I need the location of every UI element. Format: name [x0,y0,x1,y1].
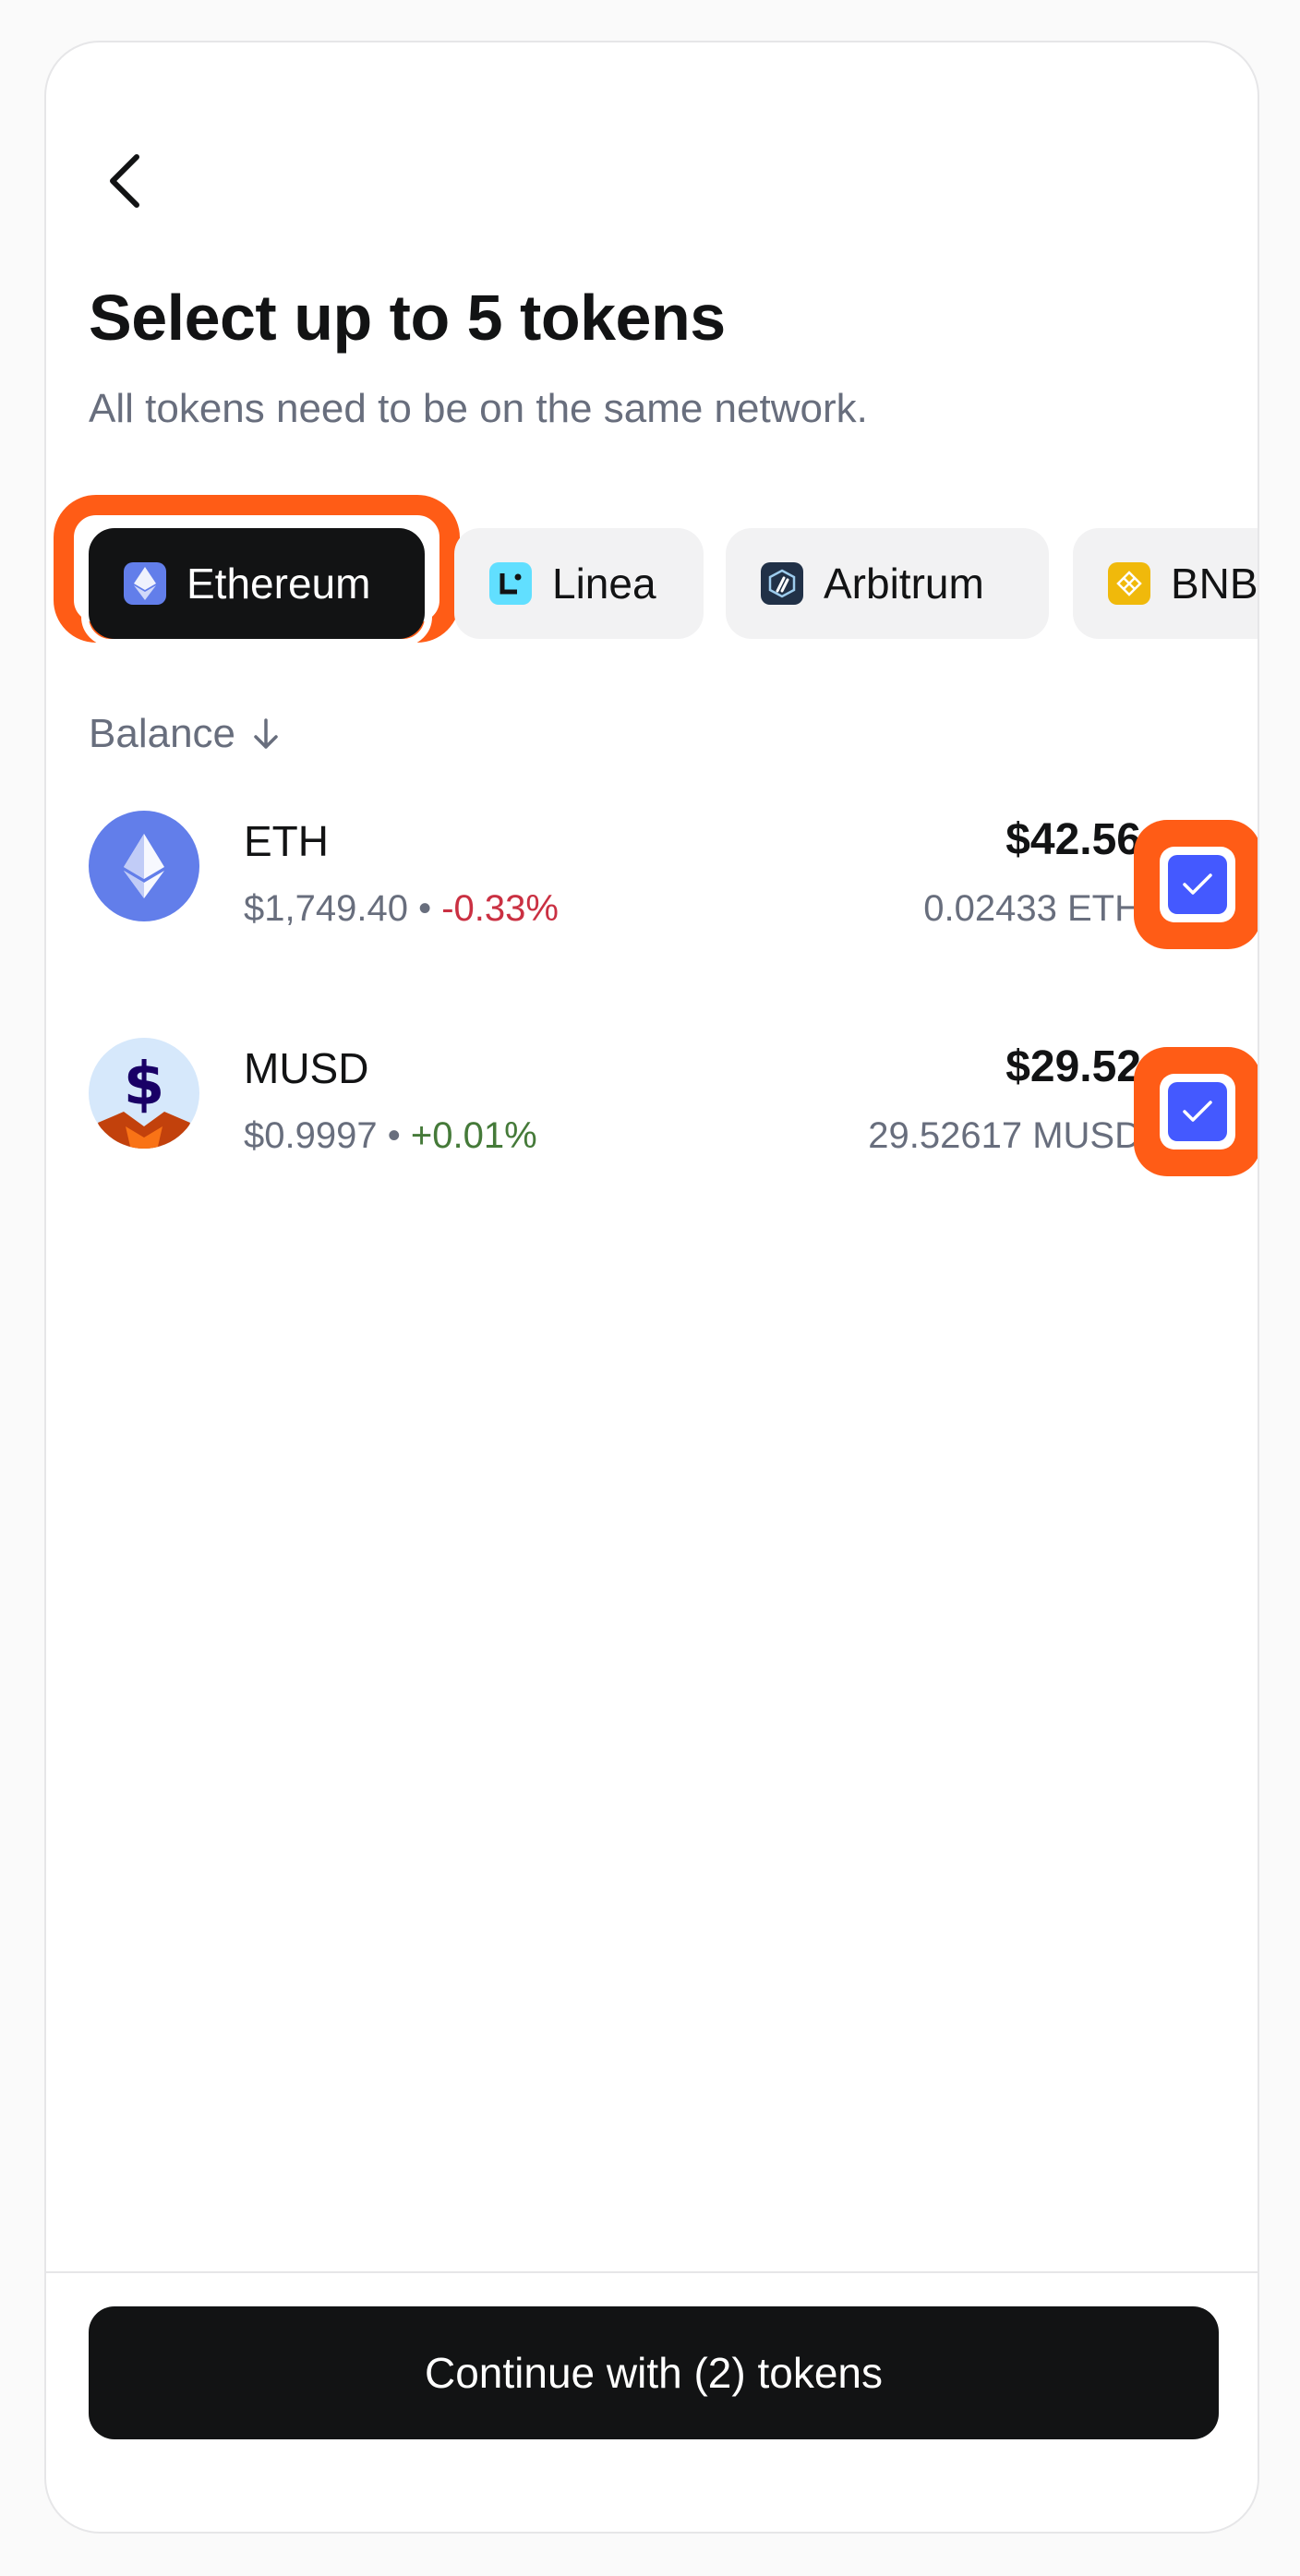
checkbox-checked [1168,855,1227,914]
network-chip-label: BNB [1171,560,1258,608]
footer-divider [46,2271,1258,2273]
chevron-left-icon [110,154,139,208]
musd-token-icon: $ [89,1038,199,1149]
token-checkbox-eth[interactable] [1134,820,1258,949]
token-price: $1,749.40 [244,888,408,929]
separator: • [418,888,432,929]
network-chip-label: Linea [552,560,656,608]
check-icon [1183,873,1212,895]
token-symbol: MUSD [244,1044,369,1092]
checkbox-checked [1168,1082,1227,1141]
arrow-down-icon [254,718,278,749]
token-symbol: ETH [244,817,329,865]
token-change: +0.01% [410,1115,537,1156]
phone-screen: Select up to 5 tokens All tokens need to… [44,41,1259,2534]
svg-text:$: $ [124,1051,165,1119]
network-filter: Ethereum Linea Arbitrum BNB [46,486,1258,643]
continue-button[interactable]: Continue with (2) tokens [89,2306,1219,2439]
back-button[interactable] [87,144,161,218]
checkbox-frame [1160,1074,1235,1150]
token-price-line: $1,749.40 • -0.33% [244,888,559,930]
separator: • [387,1115,401,1156]
network-chip-label: Arbitrum [824,560,984,608]
token-fiat-balance: $29.52 [1005,1042,1141,1091]
check-icon [1183,1101,1212,1122]
bnb-icon [1108,562,1150,605]
checkbox-frame [1160,847,1235,922]
linea-icon [489,562,532,605]
chip-focus-ring [81,521,432,643]
token-amount: 29.52617 MUSD [868,1115,1141,1156]
token-checkbox-musd[interactable] [1134,1047,1258,1176]
page-subtitle: All tokens need to be on the same networ… [89,386,868,431]
network-chip-linea[interactable]: Linea [454,528,704,639]
arbitrum-icon [761,562,803,605]
network-chip-bnb[interactable]: BNB [1073,528,1258,639]
network-chip-ethereum[interactable]: Ethereum [81,521,432,643]
token-fiat-balance: $42.56 [1005,815,1141,864]
token-row-musd[interactable]: $ MUSD $0.9997 • +0.01% $29.52 29.52617 … [46,1038,1258,1222]
network-chip-arbitrum[interactable]: Arbitrum [726,528,1049,639]
page-title: Select up to 5 tokens [89,282,726,354]
sort-by-balance[interactable]: Balance [89,711,280,757]
token-amount: 0.02433 ETH [923,888,1141,929]
token-row-eth[interactable]: ETH $1,749.40 • -0.33% $42.56 0.02433 ET… [46,811,1258,995]
token-price: $0.9997 [244,1115,378,1156]
sort-label: Balance [89,711,236,756]
token-change: -0.33% [441,888,559,929]
token-price-line: $0.9997 • +0.01% [244,1115,537,1157]
eth-token-icon [89,811,199,921]
